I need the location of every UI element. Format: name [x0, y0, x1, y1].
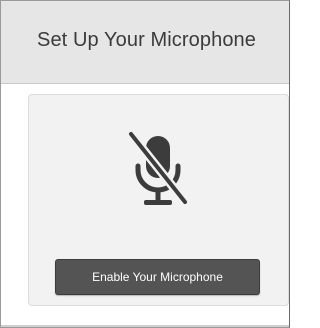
dialog-title: Set Up Your Microphone [37, 29, 257, 51]
enable-microphone-button[interactable]: Enable Your Microphone [55, 259, 260, 295]
microphone-card: Enable Your Microphone [28, 94, 289, 306]
dialog-header: Set Up Your Microphone [1, 1, 289, 84]
microphone-muted-icon [126, 130, 190, 207]
divider [1, 325, 289, 327]
microphone-setup-dialog: Set Up Your Microphone Enable Your Micro… [0, 0, 290, 328]
